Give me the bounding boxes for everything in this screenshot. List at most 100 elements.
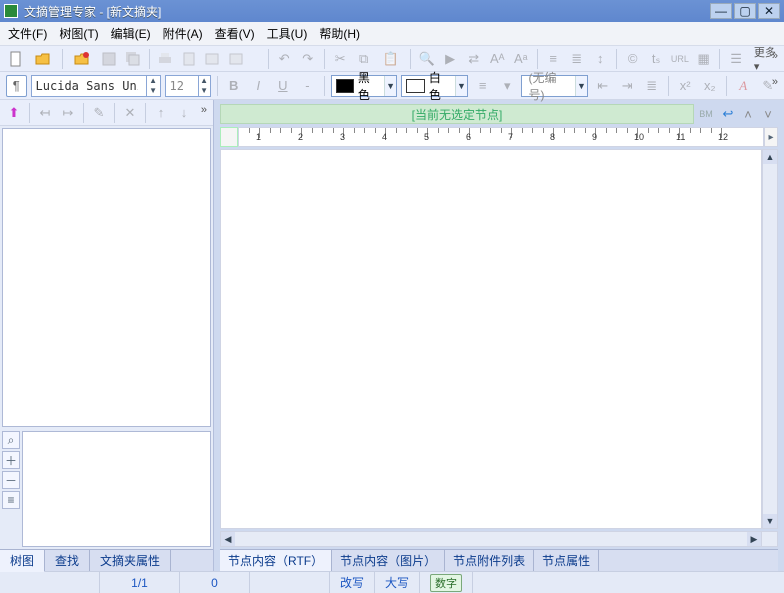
bookmark-label[interactable]: BM: [696, 109, 716, 119]
back-color-arrow-icon[interactable]: ▼: [455, 76, 468, 96]
replace-icon: ⇄: [464, 48, 484, 70]
open-folder-icon[interactable]: [30, 48, 57, 70]
menu-attach[interactable]: 附件(A): [163, 25, 203, 42]
numbering-label: (无编号): [522, 69, 574, 103]
separator: [668, 76, 669, 96]
ruler[interactable]: 123456789101112: [238, 127, 764, 147]
tree-overflow-icon[interactable]: »: [201, 104, 207, 116]
separator: [83, 103, 84, 123]
vertical-scrollbar[interactable]: ▲ ▼: [762, 149, 778, 529]
align-icon: ≡: [472, 75, 493, 97]
workspace: ⬆ ↤ ↦ ✎ ✕ ↑ ↓ » ⌕ ＋ － ≡ 树图 查找 文摘夹属: [0, 100, 784, 571]
nav-up-icon[interactable]: ˄: [738, 105, 758, 123]
find-icon: 🔍: [417, 48, 437, 70]
scroll-left-icon[interactable]: ◀: [221, 532, 235, 546]
minimize-button[interactable]: —: [710, 3, 732, 19]
font-size-combo[interactable]: ▲▼: [165, 75, 211, 97]
tree-scope-icon[interactable]: ⌕: [2, 431, 20, 449]
status-pages: 1/1: [100, 572, 180, 593]
tree-left-icon: ↤: [35, 103, 55, 123]
separator: [616, 49, 617, 69]
message-bar: [当前无选定节点] BM ↩ ˄ ˅: [220, 103, 778, 125]
tree-area[interactable]: [2, 128, 211, 427]
horizontal-scrollbar[interactable]: ◀ ▶: [220, 531, 762, 547]
tree-up-icon[interactable]: ⬆: [4, 103, 24, 123]
font-size-up[interactable]: ▲: [198, 76, 210, 86]
menu-tool[interactable]: 工具(U): [267, 25, 308, 42]
tree-delete-icon: ✕: [120, 103, 140, 123]
fore-color-swatch: [336, 79, 354, 93]
separator: [145, 103, 146, 123]
tree-toolbar: ⬆ ↤ ↦ ✎ ✕ ↑ ↓ »: [0, 100, 213, 126]
fore-color-combo[interactable]: 黑色 ▼: [331, 75, 398, 97]
scroll-corner: [762, 531, 778, 547]
format-overflow-icon[interactable]: »: [772, 76, 778, 88]
window-title: 文摘管理专家 - [新文摘夹]: [24, 3, 708, 20]
numbering-combo[interactable]: (无编号) ▼: [521, 75, 588, 97]
left-tab-find[interactable]: 查找: [45, 550, 90, 571]
font-size-dn[interactable]: ▼: [198, 86, 210, 96]
redo-icon: ↷: [298, 48, 318, 70]
menu-view[interactable]: 查看(V): [215, 25, 255, 42]
fontcolor-quick-icon: A: [733, 75, 754, 97]
ruler-scroll-right-icon[interactable]: ▸: [764, 127, 778, 147]
import-icon: [226, 48, 246, 70]
menu-edit[interactable]: 编辑(E): [111, 25, 151, 42]
font-family-combo[interactable]: ▲▼: [31, 75, 161, 97]
options-icon: ☰: [726, 48, 746, 70]
status-tag-label: 数字: [430, 574, 462, 592]
menu-tree[interactable]: 树图(T): [59, 25, 98, 42]
format-toolbar: ¶ ▲▼ ▲▼ B I U - 黑色 ▼ 白色 ▼ ≡ ▾ (无编号) ▼ ⇤ …: [0, 72, 784, 100]
font-family-up[interactable]: ▲: [146, 76, 160, 86]
status-tag[interactable]: 数字: [420, 572, 473, 593]
left-tab-tree[interactable]: 树图: [0, 550, 45, 572]
left-tab-props[interactable]: 文摘夹属性: [90, 550, 171, 571]
separator: [268, 49, 269, 69]
rtab-rtf[interactable]: 节点内容（RTF）: [220, 550, 332, 571]
superscript-icon: x²: [675, 75, 696, 97]
title-bar: 文摘管理专家 - [新文摘夹] — ▢ ✕: [0, 0, 784, 22]
maximize-button[interactable]: ▢: [734, 3, 756, 19]
print-icon: [155, 48, 175, 70]
font-family-dn[interactable]: ▼: [146, 86, 160, 96]
tree-minus-icon[interactable]: －: [2, 471, 20, 489]
status-bar: 1/1 0 改写 大写 数字: [0, 571, 784, 593]
back-arrow-icon[interactable]: ↩: [718, 105, 738, 123]
tree-movedn-icon: ↓: [174, 103, 194, 123]
menu-help[interactable]: 帮助(H): [319, 25, 360, 42]
tree-plus-icon[interactable]: ＋: [2, 451, 20, 469]
close-button[interactable]: ✕: [758, 3, 780, 19]
rtab-image[interactable]: 节点内容（图片）: [332, 550, 445, 571]
nav-dn-icon[interactable]: ˅: [758, 105, 778, 123]
toolbar-overflow-icon[interactable]: »: [772, 50, 778, 62]
font-size-input[interactable]: [166, 76, 194, 96]
right-tabs: 节点内容（RTF） 节点内容（图片） 节点附件列表 节点属性: [220, 549, 778, 571]
back-color-combo[interactable]: 白色 ▼: [401, 75, 468, 97]
tree-list-icon[interactable]: ≡: [2, 491, 20, 509]
ruler-origin-icon[interactable]: [220, 127, 238, 147]
document-page[interactable]: [220, 149, 762, 529]
scroll-right-icon[interactable]: ▶: [747, 532, 761, 546]
aa-lower-icon: Aᵃ: [511, 48, 531, 70]
separator: [719, 49, 720, 69]
menu-file[interactable]: 文件(F): [8, 25, 47, 42]
separator: [114, 103, 115, 123]
para-style-icon[interactable]: ¶: [6, 75, 27, 97]
app-icon: [4, 4, 18, 18]
rtab-attach[interactable]: 节点附件列表: [445, 550, 534, 571]
rtab-props[interactable]: 节点属性: [534, 550, 599, 571]
status-mode-overwrite[interactable]: 改写: [330, 572, 375, 593]
scroll-up-icon[interactable]: ▲: [763, 150, 777, 164]
save-all-icon: [123, 48, 143, 70]
tree-right-icon: ↦: [58, 103, 78, 123]
numbering-arrow-icon[interactable]: ▼: [575, 76, 588, 96]
new-doc-icon[interactable]: [6, 48, 26, 70]
open-folder-alt-icon[interactable]: [69, 48, 96, 70]
scroll-dn-icon[interactable]: ▼: [763, 514, 777, 528]
fore-color-arrow-icon[interactable]: ▼: [384, 76, 397, 96]
font-family-input[interactable]: [32, 76, 142, 96]
status-cell-blank: [0, 572, 100, 593]
tree-bottom-controls: ⌕ ＋ － ≡: [0, 429, 213, 549]
status-mode-caps[interactable]: 大写: [375, 572, 420, 593]
insert-url-icon: URL: [670, 48, 690, 70]
